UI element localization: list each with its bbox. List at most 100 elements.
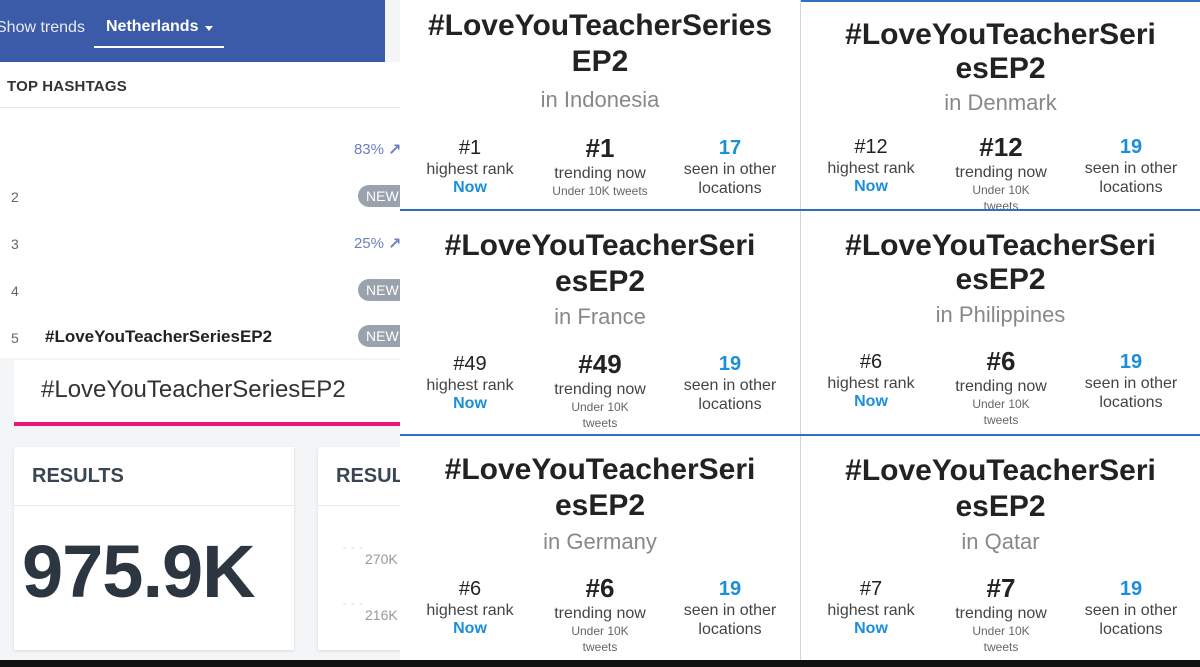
card-hashtag-line2: esEP2 bbox=[955, 490, 1046, 523]
seen-label: locations bbox=[698, 621, 762, 638]
chart-gridline: - - - bbox=[343, 599, 364, 610]
highest-rank-stat: #1 highest rank Now bbox=[400, 137, 540, 197]
seen-label: locations bbox=[1099, 621, 1163, 638]
card-hashtag-line2: esEP2 bbox=[554, 265, 646, 298]
hashtag-row[interactable]: 83% ↗ bbox=[0, 126, 400, 172]
caret-down-icon[interactable] bbox=[205, 26, 213, 31]
trend-up-icon: ↗ bbox=[388, 142, 400, 159]
grid-divider bbox=[800, 0, 801, 660]
hashtag-row[interactable]: 2 NEW bbox=[0, 174, 400, 220]
card-hashtag-line1: #LoveYouTeacherSeri bbox=[845, 229, 1156, 262]
grid-divider bbox=[400, 434, 1200, 436]
grid-divider bbox=[400, 209, 1200, 211]
now-link[interactable]: Now bbox=[400, 395, 540, 413]
seen-in-other-locations-stat[interactable]: 19 seen in other locations bbox=[1061, 136, 1200, 197]
seen-count[interactable]: 19 bbox=[1061, 578, 1200, 601]
hashtag-row[interactable]: 5 #LoveYouTeacherSeriesEP2 NEW bbox=[0, 314, 400, 360]
seen-label: seen in other bbox=[683, 602, 777, 619]
show-trends-link[interactable]: Show trends bbox=[0, 19, 85, 37]
card-location: in Qatar bbox=[961, 529, 1040, 554]
card-hashtag-line2: esEP2 bbox=[554, 489, 646, 522]
highest-rank-stat: #7 highest rank Now bbox=[801, 578, 941, 638]
grid-divider bbox=[801, 0, 1200, 2]
card-hashtag-line2: esEP2 bbox=[955, 52, 1046, 85]
highest-rank-value: #1 bbox=[458, 137, 482, 159]
trending-now-value: #49 bbox=[578, 349, 622, 379]
trending-now-label: trending now bbox=[955, 605, 1047, 622]
card-hashtag-line1: #LoveYouTeacherSeri bbox=[444, 453, 756, 486]
chart-axis-label: 270K bbox=[365, 551, 398, 567]
hashtag-row[interactable]: 3 25% ↗ bbox=[0, 220, 400, 266]
seen-label: seen in other bbox=[1084, 160, 1178, 177]
hashtag-row[interactable]: 4 NEW bbox=[0, 267, 400, 313]
seen-count[interactable]: 19 bbox=[1061, 136, 1200, 159]
trending-now-label: trending now bbox=[554, 381, 646, 398]
seen-count[interactable]: 19 bbox=[1061, 351, 1200, 374]
trend-up-icon: ↗ bbox=[388, 236, 400, 253]
tweet-volume: Under 10K tweets bbox=[972, 624, 1030, 654]
highest-rank-value: #7 bbox=[859, 578, 883, 600]
active-tab-underline bbox=[94, 46, 224, 48]
results-label: RESUL bbox=[336, 465, 400, 487]
top-navigation-bar: Show trends Netherlands bbox=[0, 0, 385, 62]
trend-card-philippines: #LoveYouTeacherSeri esEP2 in Philippines… bbox=[801, 212, 1200, 435]
seen-count[interactable]: 19 bbox=[660, 353, 800, 376]
card-hashtag-line1: #LoveYouTeacherSeri bbox=[845, 454, 1156, 487]
trending-now-label: trending now bbox=[955, 164, 1047, 181]
seen-label: locations bbox=[1099, 394, 1163, 411]
highest-rank-label: highest rank bbox=[426, 161, 514, 178]
seen-count[interactable]: 17 bbox=[660, 137, 800, 160]
hashtag-rank: 3 bbox=[11, 236, 19, 252]
seen-count[interactable]: 19 bbox=[660, 578, 800, 601]
trending-now-value: #6 bbox=[986, 346, 1016, 376]
search-value: #LoveYouTeacherSeriesEP2 bbox=[41, 376, 346, 403]
trending-now-stat: #12 trending now Under 10K tweets bbox=[931, 132, 1071, 210]
trending-now-stat: #7 trending now Under 10K tweets bbox=[931, 573, 1071, 655]
hashtag-search-field[interactable]: #LoveYouTeacherSeriesEP2 bbox=[14, 360, 400, 426]
seen-in-other-locations-stat[interactable]: 17 seen in other locations bbox=[660, 137, 800, 198]
highest-rank-value: #6 bbox=[458, 578, 482, 600]
trending-now-stat: #6 trending now Under 10K tweets bbox=[530, 573, 670, 655]
seen-in-other-locations-stat[interactable]: 19 seen in other locations bbox=[1061, 578, 1200, 639]
trend-card-denmark: #LoveYouTeacherSeri esEP2 in Denmark #12… bbox=[801, 0, 1200, 210]
seen-in-other-locations-stat[interactable]: 19 seen in other locations bbox=[660, 353, 800, 414]
seen-label: seen in other bbox=[1084, 375, 1178, 392]
results-label: RESULTS bbox=[32, 465, 124, 487]
hashtag-name[interactable]: #LoveYouTeacherSeriesEP2 bbox=[45, 327, 272, 347]
trending-now-value: #7 bbox=[986, 573, 1016, 603]
trending-now-stat: #1 trending now Under 10K tweets bbox=[530, 133, 670, 199]
highest-rank-stat: #12 highest rank Now bbox=[801, 136, 941, 196]
hashtag-rank: 4 bbox=[11, 283, 19, 299]
seen-label: seen in other bbox=[683, 377, 777, 394]
seen-in-other-locations-stat[interactable]: 19 seen in other locations bbox=[1061, 351, 1200, 412]
highest-rank-value: #49 bbox=[453, 353, 487, 375]
new-badge: NEW bbox=[358, 279, 400, 301]
now-link[interactable]: Now bbox=[400, 179, 540, 197]
tweet-volume: Under 10K tweets bbox=[972, 397, 1030, 427]
trending-now-value: #6 bbox=[585, 573, 615, 603]
now-link[interactable]: Now bbox=[801, 393, 941, 411]
card-location: in Denmark bbox=[944, 90, 1057, 115]
country-dropdown[interactable]: Netherlands bbox=[106, 18, 198, 36]
now-link[interactable]: Now bbox=[801, 178, 941, 196]
now-link[interactable]: Now bbox=[400, 620, 540, 638]
seen-in-other-locations-stat[interactable]: 19 seen in other locations bbox=[660, 578, 800, 639]
left-panel: Show trends Netherlands TOP HASHTAGS 83%… bbox=[0, 0, 400, 667]
chart-gridline: - - - bbox=[343, 543, 364, 554]
trending-now-value: #1 bbox=[585, 133, 615, 163]
card-location: in Germany bbox=[543, 529, 657, 554]
seen-label: locations bbox=[1099, 179, 1163, 196]
highest-rank-value: #6 bbox=[859, 351, 883, 373]
hashtag-percent: 25% bbox=[353, 235, 384, 252]
trend-card-indonesia: #LoveYouTeacherSeries EP2 in Indonesia #… bbox=[400, 0, 800, 210]
now-link[interactable]: Now bbox=[801, 620, 941, 638]
divider bbox=[0, 107, 400, 108]
highest-rank-label: highest rank bbox=[827, 375, 915, 392]
trending-now-value: #12 bbox=[979, 132, 1023, 162]
top-hashtags-heading: TOP HASHTAGS bbox=[7, 78, 127, 95]
hashtag-percent: 83% bbox=[353, 141, 384, 158]
card-hashtag-line2: esEP2 bbox=[955, 263, 1046, 296]
card-location: in Philippines bbox=[935, 302, 1066, 327]
highest-rank-label: highest rank bbox=[827, 160, 915, 177]
highest-rank-label: highest rank bbox=[827, 602, 915, 619]
